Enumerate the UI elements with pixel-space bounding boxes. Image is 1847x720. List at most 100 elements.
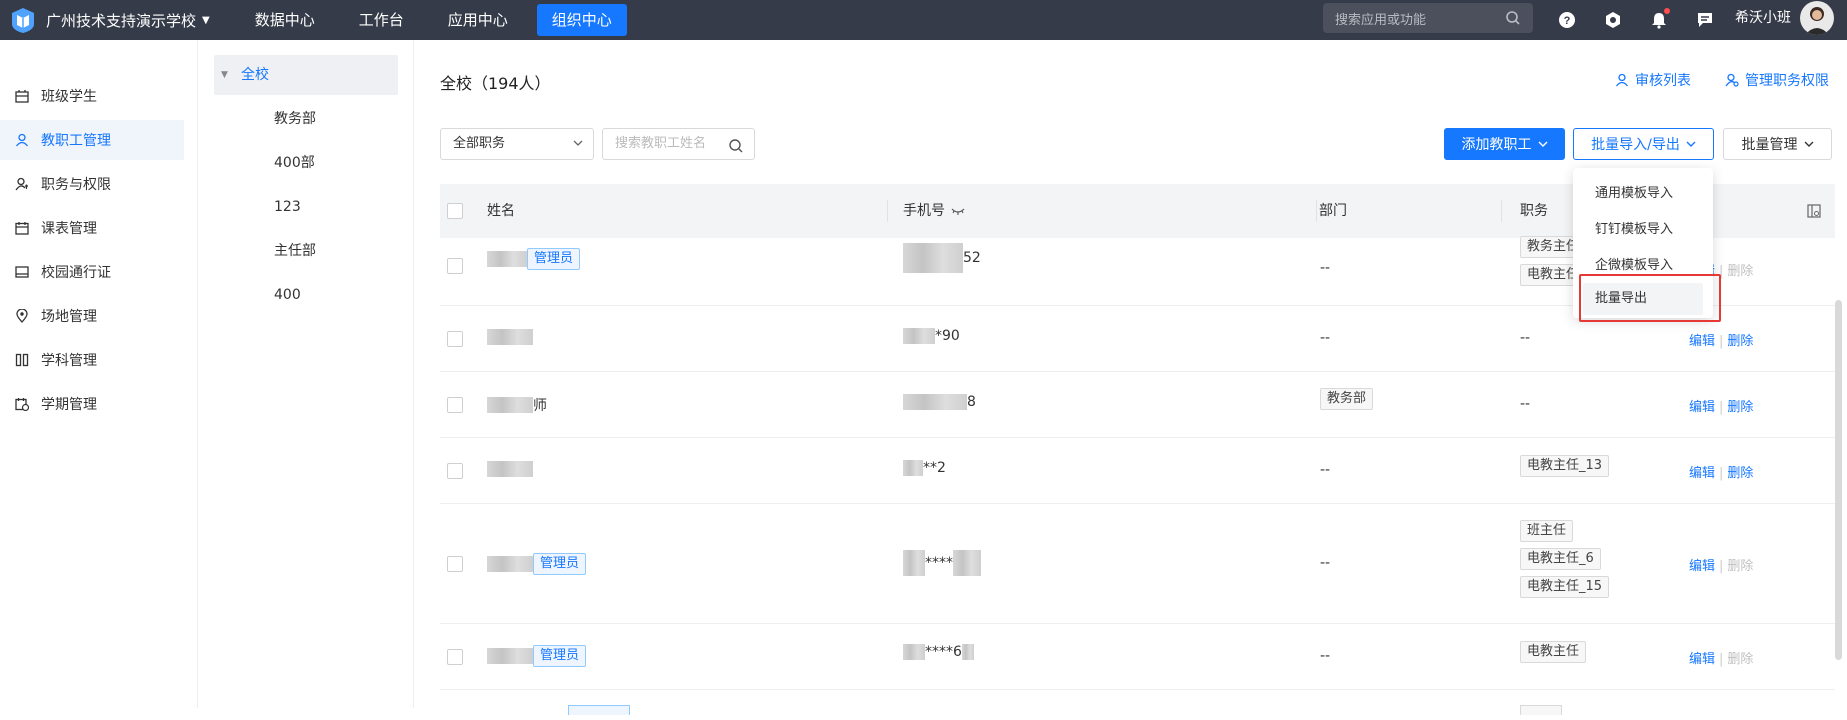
sidebar-item-venues[interactable]: 场地管理 xyxy=(0,296,184,336)
user-icon xyxy=(1615,73,1629,87)
sidebar-item-label: 场地管理 xyxy=(41,309,97,325)
row-checkbox[interactable] xyxy=(447,649,463,665)
nav-workbench[interactable]: 工作台 xyxy=(344,4,419,36)
chevron-down-icon xyxy=(1804,141,1813,147)
redacted-phone xyxy=(903,460,923,476)
admin-tag-partial xyxy=(568,705,630,715)
role-filter-select[interactable]: 全部职务 xyxy=(440,128,594,160)
batch-manage-button[interactable]: 批量管理 xyxy=(1723,128,1832,160)
sidebar-item-label: 班级学生 xyxy=(41,89,97,105)
settings-icon[interactable] xyxy=(1601,8,1625,32)
school-name: 广州技术支持演示学校 xyxy=(46,11,197,30)
redacted-name xyxy=(487,648,533,664)
delete-button[interactable]: 删除 xyxy=(1727,466,1753,481)
column-divider xyxy=(1501,200,1502,222)
bell-icon[interactable] xyxy=(1647,8,1671,32)
app-logo-icon[interactable] xyxy=(8,5,38,35)
table-row[interactable]: 管理员 ****6 -- 电教主任 编辑 | 删除 xyxy=(440,624,1835,690)
delete-button[interactable]: 删除 xyxy=(1727,400,1753,415)
delete-button: 删除 xyxy=(1727,264,1754,279)
column-header-phone: 手机号 xyxy=(903,184,945,238)
sidebar-item-class-students[interactable]: 班级学生 xyxy=(0,76,184,116)
sidebar-item-label: 学期管理 xyxy=(41,397,97,413)
import-export-button[interactable]: 批量导入/导出 xyxy=(1573,128,1714,160)
edit-button[interactable]: 编辑 xyxy=(1689,559,1715,574)
sidebar-item-campus-pass[interactable]: 校园通行证 xyxy=(0,252,184,292)
sidebar-item-label: 校园通行证 xyxy=(41,265,111,281)
school-switcher[interactable]: 广州技术支持演示学校 ▼ xyxy=(46,10,210,31)
redacted-name xyxy=(487,329,533,345)
audit-list-link[interactable]: 审核列表 xyxy=(1615,70,1691,90)
menu-item-dingtalk-template-import[interactable]: 钉钉模板导入 xyxy=(1583,214,1703,246)
dept-item[interactable]: 123 xyxy=(214,187,398,227)
row-actions: 编辑|删除 xyxy=(1689,466,1754,481)
sidebar-item-label: 教职工管理 xyxy=(41,133,111,149)
table-row[interactable]: 管理员 **** -- 班主任 电教主任_6 电教主任_15 编辑 | 删除 xyxy=(440,504,1835,624)
help-icon[interactable]: ? xyxy=(1555,8,1579,32)
username[interactable]: 希沃小班 xyxy=(1735,7,1791,27)
edit-button[interactable]: 编辑 xyxy=(1689,400,1715,415)
scrollbar-thumb[interactable] xyxy=(1835,300,1842,660)
dept-item[interactable]: 教务部 xyxy=(214,99,398,139)
edit-button[interactable]: 编辑 xyxy=(1689,466,1715,481)
staff-name xyxy=(487,329,533,345)
row-checkbox[interactable] xyxy=(447,258,463,274)
sidebar-item-roles[interactable]: 职务与权限 xyxy=(0,164,184,204)
sidebar-item-staff[interactable]: 教职工管理 xyxy=(0,120,184,160)
table-row[interactable]: 师 8 教务部 -- 编辑 | 删除 xyxy=(440,372,1835,438)
phone-tail: ****6 xyxy=(925,644,962,660)
edit-button[interactable]: 编辑 xyxy=(1689,334,1715,349)
row-actions: 编辑|删除 xyxy=(1689,400,1754,415)
dept-item[interactable]: 主任部 xyxy=(214,231,398,271)
row-checkbox[interactable] xyxy=(447,463,463,479)
row-checkbox[interactable] xyxy=(447,331,463,347)
top-nav: 数据中心 工作台 应用中心 组织中心 xyxy=(240,4,641,36)
redacted-phone xyxy=(961,644,974,660)
message-icon[interactable] xyxy=(1693,8,1717,32)
add-staff-label: 添加教职工 xyxy=(1461,137,1532,153)
book-icon xyxy=(14,352,30,368)
dept-item-all[interactable]: ▼ 全校 xyxy=(214,55,398,95)
staff-name: 师 xyxy=(487,395,547,415)
avatar[interactable] xyxy=(1800,1,1834,35)
dept-item[interactable]: 400部 xyxy=(214,143,398,183)
staff-dept: -- xyxy=(1320,462,1331,478)
add-staff-button[interactable]: 添加教职工 xyxy=(1444,128,1565,160)
menu-item-generic-template-import[interactable]: 通用模板导入 xyxy=(1583,178,1703,210)
edit-button[interactable]: 编辑 xyxy=(1689,652,1715,667)
name-tail: 师 xyxy=(533,398,547,414)
phone-tail: *90 xyxy=(935,328,960,344)
delete-button[interactable]: 删除 xyxy=(1727,334,1753,349)
class-icon xyxy=(14,88,30,104)
staff-dept: -- xyxy=(1320,260,1331,276)
global-search-input[interactable]: 搜索应用或功能 xyxy=(1323,3,1533,33)
sidebar-item-terms[interactable]: 学期管理 xyxy=(0,384,184,424)
eye-closed-icon[interactable] xyxy=(951,205,965,221)
manage-roles-link[interactable]: 管理职务权限 xyxy=(1725,70,1829,90)
caret-down-icon: ▼ xyxy=(202,14,210,26)
nav-org-center[interactable]: 组织中心 xyxy=(536,4,627,36)
role-filter-value: 全部职务 xyxy=(453,136,506,151)
row-checkbox[interactable] xyxy=(447,397,463,413)
redacted-name xyxy=(487,397,533,413)
dept-item[interactable]: 400 xyxy=(214,275,398,315)
caret-down-icon[interactable]: ▼ xyxy=(221,55,228,95)
row-checkbox[interactable] xyxy=(447,556,463,572)
nav-data-center[interactable]: 数据中心 xyxy=(240,4,330,36)
select-all-checkbox[interactable] xyxy=(447,203,463,219)
svg-text:?: ? xyxy=(1564,15,1571,27)
chevron-down-icon xyxy=(1538,141,1547,147)
role-tag: 电教主任_6 xyxy=(1520,548,1601,570)
user-icon xyxy=(14,132,30,148)
calendar-icon xyxy=(14,220,30,236)
phone-tail: 52 xyxy=(963,250,981,266)
nav-app-center[interactable]: 应用中心 xyxy=(433,4,523,36)
staff-search-input[interactable]: 搜索教职工姓名 xyxy=(602,128,755,160)
column-settings-icon[interactable] xyxy=(1807,204,1821,222)
table-row[interactable]: **2 -- 电教主任_13 编辑 | 删除 xyxy=(440,438,1835,504)
staff-name: 管理员 xyxy=(487,553,587,575)
redacted-phone xyxy=(903,328,935,344)
sidebar-item-subjects[interactable]: 学科管理 xyxy=(0,340,184,380)
department-tree: ▼ 全校 教务部 400部 123 主任部 400 xyxy=(199,40,414,708)
sidebar-item-schedule[interactable]: 课表管理 xyxy=(0,208,184,248)
